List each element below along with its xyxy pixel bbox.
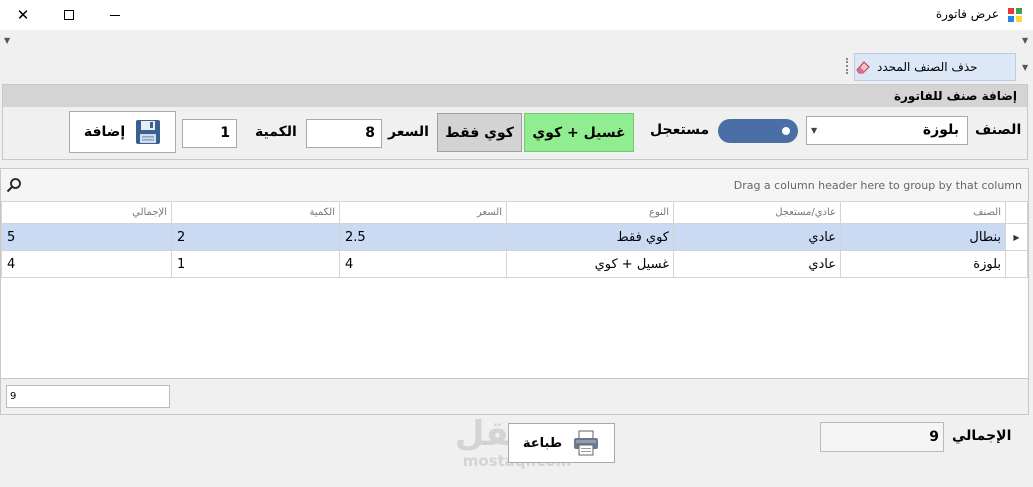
column-header-type[interactable]: النوع [506,201,674,224]
maximize-icon [64,10,74,20]
invoice-grid: Drag a column header here to group by th… [0,168,1029,415]
minimize-icon [110,14,120,16]
invoice-table: الصنف عادي/مستعجل النوع السعر الكمية الإ… [1,201,1028,278]
toggle-knob [782,127,790,135]
eraser-icon [856,61,870,74]
urgent-label: مستعجل [650,122,710,138]
toolbar-expand-icon[interactable]: ▼ [1022,36,1028,45]
window-title: عرض فاتورة [935,7,999,21]
minimize-window-button[interactable] [92,0,138,30]
cell-price[interactable]: 4 [339,250,507,278]
total-value: 9 [820,422,944,452]
price-input[interactable]: 8 [306,119,382,148]
table-header-row: الصنف عادي/مستعجل النوع السعر الكمية الإ… [1,201,1028,224]
add-item-button[interactable]: إضافة [69,111,176,153]
grid-footer: 9 [1,378,1028,414]
column-header-total[interactable]: الإجمالي [1,201,172,224]
cell-item[interactable]: بنطال [840,223,1006,251]
group-hint: Drag a column header here to group by th… [733,179,1022,192]
toolbar-grip[interactable] [846,58,849,74]
table-row[interactable]: ▶ بنطال عادي كوي فقط 2.5 2 5 [1,223,1028,251]
column-header-quantity[interactable]: الكمية [171,201,340,224]
item-label: الصنف [975,122,1022,138]
table-row[interactable]: بلوزة عادي غسيل + كوي 4 1 4 [1,250,1028,278]
total-label: الإجمالي [952,428,1012,444]
toolbar-menu-icon[interactable]: ▼ [1022,63,1028,72]
cell-total[interactable]: 4 [1,250,172,278]
row-indicator-header [1005,201,1028,224]
delete-button-label: حذف الصنف المحدد [877,60,978,74]
column-header-price[interactable]: السعر [339,201,507,224]
add-button-label: إضافة [83,124,126,140]
item-select[interactable]: بلوزة ▼ [806,116,968,145]
item-select-value: بلوزة [922,122,959,138]
chevron-down-icon[interactable]: ▼ [811,117,817,144]
column-header-item[interactable]: الصنف [840,201,1006,224]
wash-iron-button[interactable]: غسيل + كوي [524,113,634,152]
app-icon [1008,8,1022,22]
search-icon[interactable] [6,177,22,193]
title-bar: ✕ عرض فاتورة [0,0,1033,30]
row-indicator-icon: ▶ [1005,223,1028,251]
footer-summary: 9 [6,385,170,408]
urgent-toggle[interactable] [718,119,798,143]
cell-urgency[interactable]: عادي [673,250,841,278]
close-icon: ✕ [16,6,30,24]
maximize-window-button[interactable] [46,0,92,30]
quantity-label: الكمية [255,124,297,140]
add-item-panel-header: إضافة صنف للفاتورة [3,85,1027,107]
iron-only-button[interactable]: كوي فقط [437,113,522,152]
iron-only-label: كوي فقط [445,124,514,141]
group-panel[interactable]: Drag a column header here to group by th… [1,169,1028,201]
cell-quantity[interactable]: 1 [171,250,340,278]
delete-selected-item-button[interactable]: حذف الصنف المحدد [854,53,1016,81]
row-indicator [1005,250,1028,278]
cell-quantity[interactable]: 2 [171,223,340,251]
wash-iron-label: غسيل + كوي [532,124,626,141]
cell-item[interactable]: بلوزة [840,250,1006,278]
cell-total[interactable]: 5 [1,223,172,251]
print-button-label: طباعة [522,435,563,451]
toolbar-overflow-icon[interactable]: ▼ [4,36,10,45]
close-window-button[interactable]: ✕ [0,0,46,30]
column-header-urgency[interactable]: عادي/مستعجل [673,201,841,224]
quantity-input[interactable]: 1 [182,119,237,148]
cell-type[interactable]: غسيل + كوي [506,250,674,278]
save-icon [136,120,161,144]
printer-icon [574,430,599,456]
price-label: السعر [388,124,429,140]
cell-urgency[interactable]: عادي [673,223,841,251]
cell-price[interactable]: 2.5 [339,223,507,251]
cell-type[interactable]: كوي فقط [506,223,674,251]
print-button[interactable]: طباعة [508,423,615,463]
